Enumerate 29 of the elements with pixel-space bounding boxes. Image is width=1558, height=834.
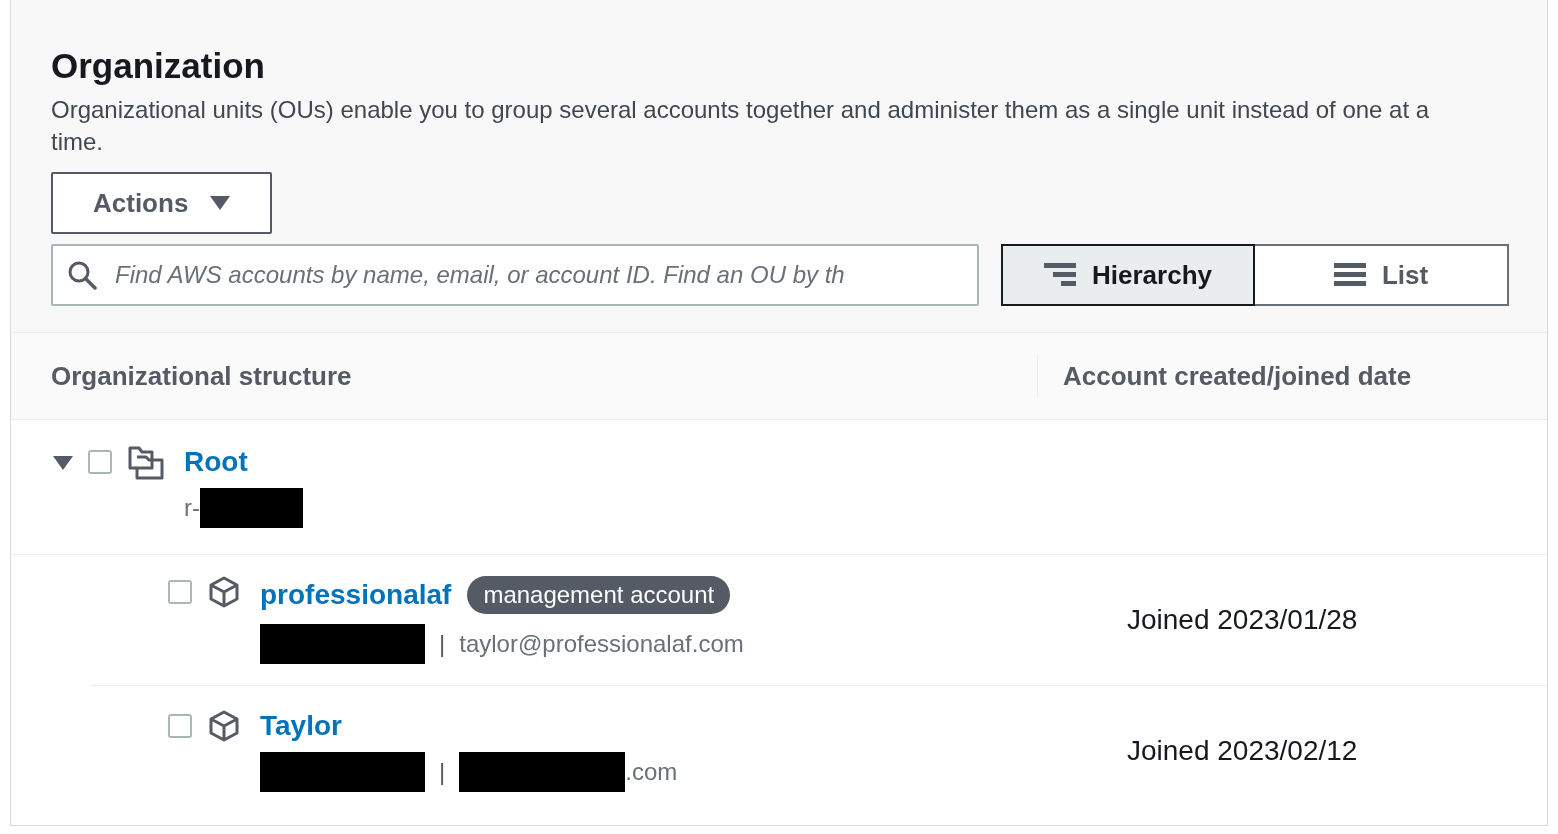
folder-icon: [128, 446, 164, 480]
joined-date: Joined 2023/01/28: [1127, 604, 1358, 636]
page-title: Organization: [51, 46, 266, 86]
caret-icon[interactable]: [52, 454, 74, 472]
account-email: taylor@professionalaf.com: [459, 630, 744, 658]
column-header: Account created/joined date: [1037, 354, 1412, 398]
root-id-prefix: r-: [184, 494, 200, 522]
view-toggle-button[interactable]: List: [1255, 244, 1509, 306]
hierarchy-icon: [1044, 263, 1076, 287]
view-toggle-button[interactable]: Hierarchy: [1001, 244, 1255, 306]
joined-date: Joined 2023/02/12: [1127, 735, 1358, 767]
management-account-badge: management account: [467, 576, 731, 614]
checkbox[interactable]: [168, 714, 192, 738]
column-header: Organizational structure: [50, 360, 353, 392]
list-icon: [1333, 263, 1366, 287]
checkbox[interactable]: [168, 580, 192, 604]
cube-icon: [208, 576, 240, 608]
account-email: .com: [625, 758, 678, 786]
account-name-link[interactable]: Taylor: [260, 710, 342, 742]
checkbox[interactable]: [88, 450, 112, 474]
page-description: Organizational units (OUs) enable you to group several accounts together and administer them as a single unit instead of one at a time.: [51, 95, 1431, 157]
caret-icon: [210, 195, 231, 211]
search-field[interactable]: Find AWS accounts by name, email, or account ID. Find an OU by th: [51, 244, 979, 306]
root-link[interactable]: Root: [184, 446, 303, 478]
cube-icon: [208, 710, 240, 742]
separator: |: [439, 758, 446, 786]
separator: |: [439, 630, 446, 658]
account-name-link[interactable]: professionalaf: [260, 579, 452, 611]
actions-button[interactable]: Actions: [51, 172, 273, 234]
